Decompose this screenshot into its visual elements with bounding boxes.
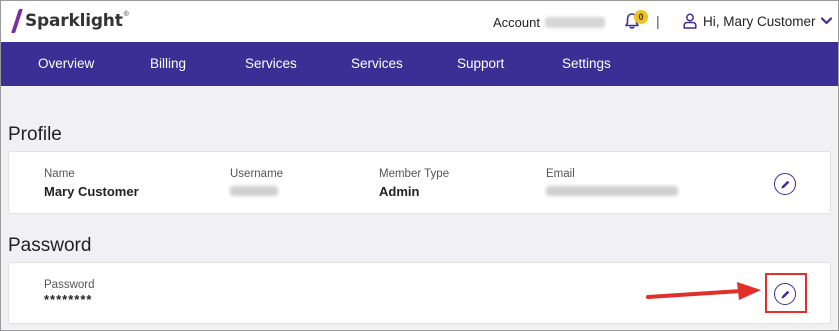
- header-separator: |: [656, 13, 660, 29]
- nav-item-support[interactable]: Support: [457, 56, 504, 71]
- password-label: Password: [44, 279, 95, 291]
- nav-item-overview[interactable]: Overview: [38, 56, 94, 71]
- profile-title: Profile: [8, 124, 62, 145]
- notification-badge[interactable]: 0: [634, 10, 648, 24]
- main-nav: Overview Billing Services Services Suppo…: [1, 42, 838, 86]
- logo-text: Sparklight: [25, 11, 123, 31]
- sparklight-logo[interactable]: Sparklight ®: [11, 7, 129, 35]
- nav-item-services-2[interactable]: Services: [351, 56, 403, 71]
- edit-profile-button[interactable]: [774, 173, 796, 195]
- account-label: Account: [493, 15, 540, 30]
- nav-item-services[interactable]: Services: [245, 56, 297, 71]
- user-menu[interactable]: Hi, Mary Customer: [683, 13, 832, 29]
- name-label: Name: [44, 168, 75, 180]
- username-label: Username: [230, 168, 284, 180]
- nav-item-billing[interactable]: Billing: [150, 56, 186, 71]
- account-info: Account: [493, 15, 605, 30]
- logo-registered-mark: ®: [123, 10, 129, 18]
- annotation-arrow-icon: [646, 282, 761, 300]
- username-value-redacted: [230, 186, 278, 196]
- member-type-label: Member Type: [379, 168, 450, 180]
- user-icon: [683, 13, 697, 29]
- annotation-highlight-box: [765, 273, 807, 313]
- nav-item-settings[interactable]: Settings: [562, 56, 611, 71]
- email-value-redacted: [546, 186, 678, 196]
- member-type-value: Admin: [379, 184, 420, 199]
- name-value: Mary Customer: [44, 184, 139, 199]
- password-title: Password: [8, 235, 92, 256]
- logo-slash-mark: [11, 9, 23, 33]
- account-number-redacted: [544, 17, 605, 28]
- email-label: Email: [546, 168, 575, 180]
- profile-card: Name Mary Customer Username Member Type …: [8, 151, 831, 214]
- pencil-icon: [781, 180, 789, 188]
- password-value: ********: [44, 292, 93, 307]
- user-greeting: Hi, Mary Customer: [703, 13, 816, 29]
- chevron-down-icon[interactable]: [820, 17, 832, 25]
